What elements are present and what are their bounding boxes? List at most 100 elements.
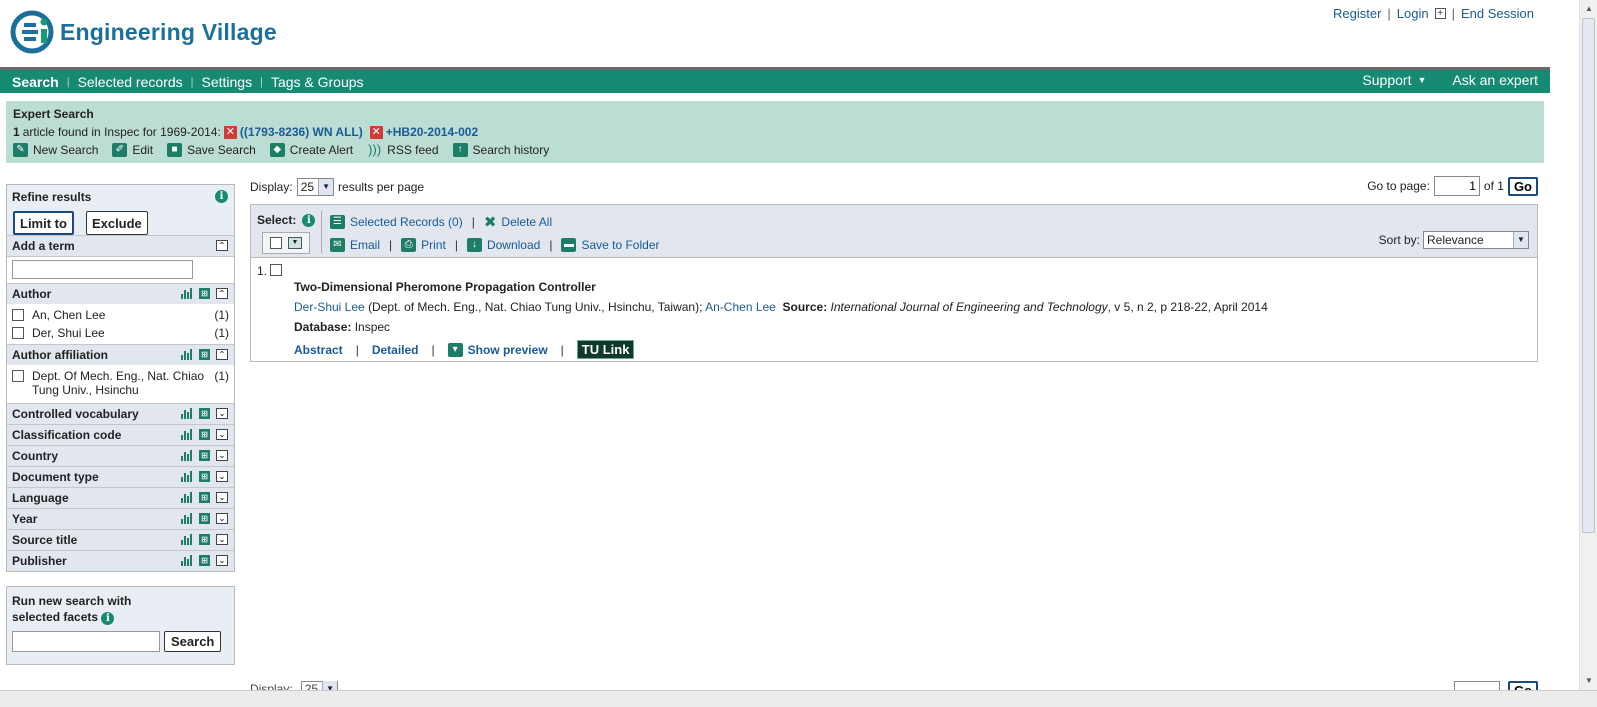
facet-item[interactable]: Der, Shui Lee (1): [12, 324, 229, 342]
export-icon[interactable]: ⊞: [199, 534, 210, 545]
info-icon[interactable]: i: [215, 190, 228, 203]
facet-search-input[interactable]: [12, 631, 160, 652]
detailed-link[interactable]: Detailed: [372, 343, 419, 357]
expand-icon[interactable]: ⌄: [216, 513, 228, 524]
abstract-link[interactable]: Abstract: [294, 343, 343, 357]
record-checkbox[interactable]: [270, 264, 283, 276]
chart-icon[interactable]: [181, 513, 193, 524]
select-all-checkbox[interactable]: [270, 237, 282, 249]
expand-icon[interactable]: ⌄: [216, 450, 228, 461]
author-link[interactable]: An-Chen Lee: [705, 300, 776, 314]
nav-selected-records[interactable]: Selected records: [70, 74, 191, 90]
login-link[interactable]: Login: [1397, 6, 1429, 21]
chart-icon[interactable]: [181, 429, 193, 440]
facet-checkbox[interactable]: [12, 327, 24, 339]
facet-controlled-vocabulary[interactable]: Controlled vocabulary ⊞ ⌄: [7, 403, 234, 424]
query-term-2[interactable]: +HB20-2014-002: [386, 125, 478, 139]
scroll-up-icon[interactable]: ▲: [1582, 2, 1596, 16]
facet-country[interactable]: Country ⊞ ⌄: [7, 445, 234, 466]
nav-support[interactable]: Support ▼: [1362, 72, 1426, 88]
facet-language[interactable]: Language ⊞ ⌄: [7, 487, 234, 508]
login-expand-icon[interactable]: +: [1434, 8, 1446, 19]
facet-item[interactable]: An, Chen Lee (1): [12, 306, 229, 324]
nav-tags-groups[interactable]: Tags & Groups: [263, 74, 372, 90]
chart-icon[interactable]: [181, 471, 193, 482]
edit-search-button[interactable]: ✐ Edit: [112, 143, 153, 157]
export-icon[interactable]: ⊞: [199, 349, 210, 360]
expand-icon[interactable]: ⌄: [216, 492, 228, 503]
nav-search[interactable]: Search: [0, 74, 67, 90]
select-all-control[interactable]: ▼: [262, 232, 310, 254]
print-link[interactable]: ⎙ Print: [401, 238, 446, 252]
facet-checkbox[interactable]: [12, 309, 24, 321]
facet-year[interactable]: Year ⊞ ⌄: [7, 508, 234, 529]
page-number-input[interactable]: [1453, 681, 1500, 690]
scroll-down-icon[interactable]: ▼: [1582, 674, 1596, 688]
collapse-icon[interactable]: ⌃: [216, 240, 228, 251]
add-term-input[interactable]: [12, 260, 193, 279]
expand-icon[interactable]: ⌄: [216, 555, 228, 566]
export-icon[interactable]: ⊞: [199, 492, 210, 503]
sort-select[interactable]: Relevance ▼: [1423, 231, 1529, 249]
export-icon[interactable]: ⊞: [199, 555, 210, 566]
email-link[interactable]: ✉ Email: [330, 238, 380, 252]
chart-icon[interactable]: [181, 555, 193, 566]
scroll-thumb[interactable]: [1582, 18, 1595, 533]
chart-icon[interactable]: [181, 534, 193, 545]
collapse-icon[interactable]: ⌃: [216, 288, 228, 299]
download-link[interactable]: ↓ Download: [466, 238, 540, 252]
facet-item[interactable]: Dept. Of Mech. Eng., Nat. Chiao Tung Uni…: [12, 367, 229, 399]
export-icon[interactable]: ⊞: [199, 288, 210, 299]
results-per-page-select[interactable]: 25 ▼: [296, 178, 335, 196]
chart-icon[interactable]: [181, 408, 193, 419]
chart-icon[interactable]: [181, 492, 193, 503]
remove-query-icon[interactable]: ✕: [369, 125, 383, 139]
collapse-icon[interactable]: ⌃: [216, 349, 228, 360]
author-link[interactable]: Der-Shui Lee: [294, 300, 365, 314]
expand-icon[interactable]: ⌄: [216, 408, 228, 419]
facet-search-button[interactable]: Search: [164, 631, 222, 652]
register-link[interactable]: Register: [1333, 6, 1381, 21]
facet-source-title[interactable]: Source title ⊞ ⌄: [7, 529, 234, 550]
results-per-page-select[interactable]: 25 ▼: [300, 681, 339, 690]
chart-icon[interactable]: [181, 450, 193, 461]
expand-icon[interactable]: ⌄: [216, 471, 228, 482]
vertical-scrollbar[interactable]: ▲ ▼: [1579, 0, 1597, 690]
limit-to-button[interactable]: Limit to: [13, 211, 74, 235]
search-history-button[interactable]: ↑ Search history: [452, 143, 549, 157]
facet-publisher[interactable]: Publisher ⊞ ⌄: [7, 550, 234, 571]
nav-settings[interactable]: Settings: [193, 74, 260, 90]
export-icon[interactable]: ⊞: [199, 408, 210, 419]
info-icon[interactable]: i: [101, 612, 115, 625]
go-button[interactable]: Go: [1507, 176, 1538, 196]
show-preview-link[interactable]: ▾ Show preview: [447, 342, 548, 357]
record-title[interactable]: Two-Dimensional Pheromone Propagation Co…: [294, 280, 596, 294]
nav-ask-expert[interactable]: Ask an expert: [1452, 72, 1538, 88]
rss-feed-button[interactable]: ))) RSS feed: [367, 143, 438, 158]
end-session-link[interactable]: End Session: [1461, 6, 1534, 21]
info-icon[interactable]: i: [302, 213, 316, 227]
selected-records-link[interactable]: ☰ Selected Records (0): [330, 215, 463, 229]
delete-all-link[interactable]: ✖ Delete All: [484, 213, 552, 231]
export-icon[interactable]: ⊞: [199, 513, 210, 524]
logo[interactable]: Engineering Village: [10, 10, 277, 54]
chart-icon[interactable]: [181, 349, 193, 360]
tu-link-button[interactable]: TU Link: [576, 340, 635, 359]
chart-icon[interactable]: [181, 288, 193, 299]
expand-icon[interactable]: ⌄: [216, 534, 228, 545]
exclude-button[interactable]: Exclude: [85, 211, 148, 235]
export-icon[interactable]: ⊞: [199, 429, 210, 440]
remove-query-icon[interactable]: ✕: [223, 125, 237, 139]
facet-author[interactable]: Author ⊞ ⌃: [7, 283, 234, 304]
export-icon[interactable]: ⊞: [199, 471, 210, 482]
save-folder-link[interactable]: ▬ Save to Folder: [561, 238, 660, 252]
facet-checkbox[interactable]: [12, 370, 24, 382]
expand-icon[interactable]: ⌄: [216, 429, 228, 440]
page-number-input[interactable]: [1433, 176, 1480, 196]
go-button[interactable]: Go: [1507, 681, 1538, 690]
facet-document-type[interactable]: Document type ⊞ ⌄: [7, 466, 234, 487]
export-icon[interactable]: ⊞: [199, 450, 210, 461]
create-alert-button[interactable]: ◆ Create Alert: [269, 143, 353, 157]
query-term-1[interactable]: ((1793-8236) WN ALL): [240, 125, 363, 139]
facet-add-term[interactable]: Add a term ⌃: [7, 235, 234, 256]
